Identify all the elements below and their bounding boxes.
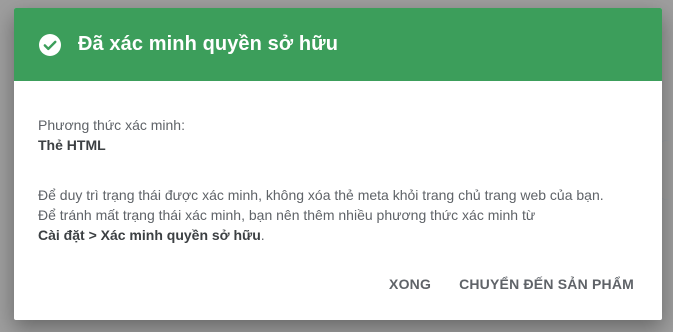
dialog-header: Đã xác minh quyền sở hữu [14,8,662,81]
check-circle-icon [39,33,61,56]
verification-method-value: Thẻ HTML [38,137,106,153]
dialog-body: Phương thức xác minh: Thẻ HTML Để duy tr… [14,81,662,245]
info-line-3: Cài đặt > Xác minh quyền sở hữu. [38,225,638,245]
info-line-1: Để duy trì trạng thái được xác minh, khô… [38,187,604,203]
verification-info: Để duy trì trạng thái được xác minh, khô… [38,185,638,245]
go-to-product-button[interactable]: CHUYỂN ĐẾN SẢN PHẨM [451,270,642,298]
dialog-title: Đã xác minh quyền sở hữu [78,33,339,55]
settings-path: Cài đặt > Xác minh quyền sở hữu [38,227,261,243]
verification-dialog: Đã xác minh quyền sở hữu Phương thức xác… [14,8,662,320]
info-line-2: Để tránh mất trạng thái xác minh, bạn nê… [38,207,536,223]
done-button[interactable]: XONG [381,270,439,298]
dialog-actions: XONG CHUYỂN ĐẾN SẢN PHẨM [369,270,642,298]
info-period: . [260,227,265,243]
verification-method-label: Phương thức xác minh: [38,117,185,133]
